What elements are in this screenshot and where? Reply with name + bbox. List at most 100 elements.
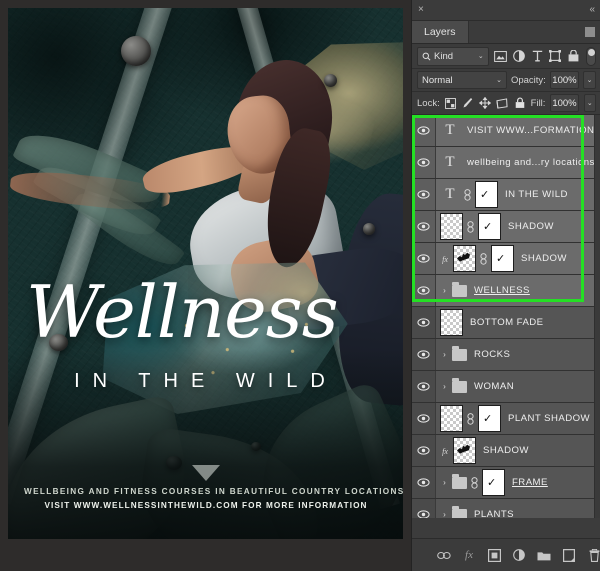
layer-list[interactable]: T VISIT WWW...FORMATION Twellbeing and...r… (412, 115, 600, 535)
layer-mask-thumbnail[interactable]: ✓ (475, 181, 498, 208)
layer-name[interactable]: SHADOW (504, 221, 554, 232)
layer-row-content[interactable]: › ROCKS (436, 339, 600, 370)
lock-all-icon[interactable] (513, 96, 525, 110)
layer-row-content[interactable]: Twellbeing and...ry locations (436, 147, 600, 178)
eye-icon[interactable] (417, 382, 430, 391)
layer-row[interactable]: fx ✓ SHADOW (412, 243, 600, 275)
layer-thumbnail[interactable] (440, 405, 463, 432)
layer-thumbnail[interactable] (440, 309, 463, 336)
tab-layers[interactable]: Layers (412, 21, 469, 43)
opacity-input[interactable]: 100% (549, 71, 580, 89)
eye-icon[interactable] (417, 190, 430, 199)
layer-rows[interactable]: T VISIT WWW...FORMATION Twellbeing and...r… (412, 115, 600, 535)
layer-name[interactable]: IN THE WILD (501, 189, 568, 200)
layer-row[interactable]: T ✓ IN THE WILD (412, 179, 600, 211)
layer-row[interactable]: Twellbeing and...ry locations (412, 147, 600, 179)
new-layer-icon[interactable] (562, 548, 576, 562)
layer-name[interactable]: PLANT SHADOW (504, 413, 590, 424)
eye-icon[interactable] (417, 318, 430, 327)
new-group-icon[interactable] (537, 548, 551, 562)
type-layer-thumbnail[interactable]: T (440, 155, 460, 170)
eye-icon[interactable] (417, 478, 430, 487)
eye-icon[interactable] (417, 254, 430, 263)
layer-name[interactable]: wellbeing and...ry locations (463, 157, 595, 168)
layer-row[interactable]: › WELLNESS (412, 275, 600, 307)
type-layer-icon[interactable] (530, 48, 543, 64)
layer-visibility-toggle[interactable] (412, 307, 436, 338)
group-folder-icon[interactable] (452, 345, 467, 361)
opacity-chevron-down-icon[interactable]: ⌄ (583, 71, 596, 89)
smart-object-icon[interactable] (567, 48, 580, 64)
eye-icon[interactable] (417, 446, 430, 455)
group-expand-arrow-icon[interactable]: › (440, 350, 449, 359)
type-layer-thumbnail[interactable]: T (440, 123, 460, 138)
layers-panel-bottom-bar[interactable]: fx (412, 538, 600, 571)
group-folder-icon[interactable] (452, 281, 467, 297)
fill-chevron-down-icon[interactable]: ⌄ (583, 94, 596, 112)
layer-row[interactable]: › ROCKS (412, 339, 600, 371)
lock-transparency-icon[interactable] (445, 96, 457, 110)
layer-row[interactable]: › ✓ FRAME (412, 467, 600, 499)
eye-icon[interactable] (417, 286, 430, 295)
layer-visibility-toggle[interactable] (412, 243, 436, 274)
layer-row[interactable]: ✓ SHADOW (412, 211, 600, 243)
layer-name[interactable]: SHADOW (517, 253, 567, 264)
filter-enable-toggle[interactable] (586, 46, 596, 66)
mask-link-icon[interactable] (464, 188, 471, 201)
add-layer-mask-icon[interactable] (487, 548, 501, 562)
layer-row-content[interactable]: fx ✓ SHADOW (436, 243, 600, 274)
pixel-layer-icon[interactable] (494, 48, 507, 64)
layer-style-fx-icon[interactable]: fx (462, 548, 476, 562)
layer-mask-thumbnail[interactable]: ✓ (478, 213, 501, 240)
mask-link-icon[interactable] (467, 220, 474, 233)
eye-icon[interactable] (417, 414, 430, 423)
mask-link-icon[interactable] (471, 476, 478, 489)
group-expand-arrow-icon[interactable]: › (440, 478, 449, 487)
blend-mode-row[interactable]: Normal ⌄ Opacity: 100% ⌄ (412, 69, 600, 92)
layer-row[interactable]: › WOMAN (412, 371, 600, 403)
fill-input[interactable]: 100% (550, 94, 579, 112)
lock-position-icon[interactable] (479, 96, 492, 110)
layer-mask-thumbnail[interactable]: ✓ (491, 245, 514, 272)
layer-row-content[interactable]: › WOMAN (436, 371, 600, 402)
layer-row-content[interactable]: T ✓ IN THE WILD (436, 179, 600, 210)
layer-name[interactable]: BOTTOM FADE (466, 317, 544, 328)
layer-visibility-toggle[interactable] (412, 275, 436, 306)
adjustment-layer-icon[interactable] (512, 48, 525, 64)
lock-artboard-icon[interactable] (496, 96, 508, 110)
layer-row[interactable]: ✓ PLANT SHADOW (412, 403, 600, 435)
layers-panel[interactable]: × « Layers Kind ⌄ Normal ⌄ Opacity: 100%… (411, 0, 600, 571)
layer-visibility-toggle[interactable] (412, 147, 436, 178)
layer-row-content[interactable]: BOTTOM FADE (436, 307, 600, 338)
type-layer-thumbnail[interactable]: T (440, 187, 460, 202)
layer-visibility-toggle[interactable] (412, 403, 436, 434)
mask-link-icon[interactable] (479, 252, 488, 265)
mask-link-icon[interactable] (466, 220, 475, 233)
layer-name[interactable]: WELLNESS (470, 285, 530, 296)
blend-mode-select[interactable]: Normal ⌄ (417, 71, 507, 89)
layer-row-content[interactable]: T VISIT WWW...FORMATION (436, 115, 600, 146)
layer-name[interactable]: WOMAN (470, 381, 514, 392)
poster-artwork[interactable]: Wellness IN THE WILD WELLBEING AND FITNE… (8, 8, 403, 539)
filter-kind-select[interactable]: Kind ⌄ (417, 46, 489, 66)
document-canvas-area[interactable]: Wellness IN THE WILD WELLBEING AND FITNE… (0, 0, 411, 571)
layer-visibility-toggle[interactable] (412, 371, 436, 402)
eye-icon[interactable] (417, 350, 430, 359)
layer-row[interactable]: BOTTOM FADE (412, 307, 600, 339)
chevron-down-icon[interactable]: ⌄ (496, 76, 502, 84)
mask-link-icon[interactable] (466, 412, 475, 425)
layer-visibility-toggle[interactable] (412, 211, 436, 242)
layer-name[interactable]: ROCKS (470, 349, 510, 360)
link-layers-icon[interactable] (437, 548, 451, 562)
lock-row[interactable]: Lock: Fill: 100% ⌄ (412, 92, 600, 115)
layer-name[interactable]: FRAME (508, 477, 548, 488)
panel-menu-icon[interactable] (585, 27, 595, 37)
layer-visibility-toggle[interactable] (412, 435, 436, 466)
layer-name[interactable]: SHADOW (479, 445, 529, 456)
layer-row-content[interactable]: › ✓ FRAME (436, 467, 600, 498)
layer-row-content[interactable]: ✓ SHADOW (436, 211, 600, 242)
mask-link-icon[interactable] (467, 412, 474, 425)
mask-link-icon[interactable] (470, 476, 479, 489)
layer-row-content[interactable]: fx SHADOW (436, 435, 600, 466)
panel-tabstrip[interactable]: Layers (412, 21, 600, 44)
